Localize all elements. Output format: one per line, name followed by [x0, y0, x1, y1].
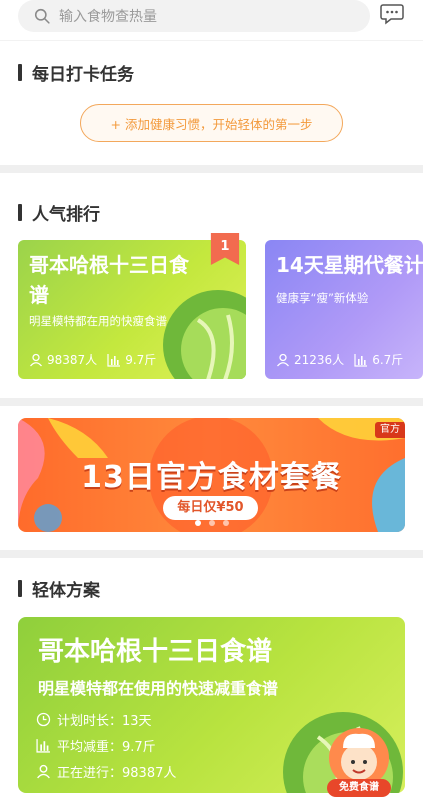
pagination-dot[interactable]: [208, 520, 215, 526]
ranking-card[interactable]: 14天星期代餐计 健康享“瘦”新体验 21236人 6.7斤: [265, 240, 423, 379]
section-divider: [0, 398, 423, 406]
plan-ongoing: 正在进行：98387人: [57, 766, 177, 781]
banner-pagination: [0, 520, 423, 526]
plan-card-title: 哥本哈根十三日食谱: [38, 637, 273, 667]
pagination-dot[interactable]: [194, 520, 201, 526]
person-icon: [277, 353, 289, 366]
banner-tag: 官方: [375, 422, 405, 438]
card-stats: 98387人 9.7斤: [29, 351, 156, 368]
plan-loss-row: 平均减重：9.7斤: [36, 736, 156, 755]
section-daily: 每日打卡任务: [18, 60, 134, 85]
card-weight-loss: 6.7斤: [372, 353, 404, 367]
pagination-dot[interactable]: [222, 520, 229, 526]
plan-duration: 计划时长：13天: [57, 714, 152, 729]
card-title: 14天星期代餐计: [276, 253, 423, 277]
card-subtitle: 明星模特都在用的快瘦食谱: [29, 314, 167, 328]
rank-badge: 1: [210, 233, 240, 265]
banner-price: 每日仅¥50: [163, 496, 258, 520]
section-bar: [18, 580, 22, 597]
section-plan: 轻体方案: [18, 576, 100, 601]
top-bar: 输入食物查热量: [0, 0, 423, 40]
plan-card-subtitle: 明星模特都在使用的快速减重食谱: [38, 679, 279, 698]
section-bar: [18, 204, 22, 221]
promo-banner[interactable]: 13日官方食材套餐 每日仅¥50 官方: [18, 418, 405, 532]
rank-number: 1: [220, 239, 229, 254]
banner-title: 13日官方食材套餐: [81, 460, 342, 495]
free-recipe-tag[interactable]: 免费食谱: [327, 779, 391, 797]
section-divider: [0, 165, 423, 173]
section-ranking: 人气排行: [18, 200, 100, 225]
divider: [0, 40, 423, 41]
search-input[interactable]: 输入食物查热量: [18, 0, 370, 32]
card-title: 哥本哈根十三日食谱: [29, 253, 189, 307]
plan-avg-loss: 平均减重：9.7斤: [57, 740, 156, 755]
card-stats: 21236人 6.7斤: [276, 351, 403, 368]
card-participants: 21236人: [294, 353, 345, 367]
clock-icon: [36, 712, 51, 727]
bar-chart-icon: [354, 353, 368, 367]
person-icon: [37, 764, 50, 779]
section-divider: [0, 550, 423, 558]
search-placeholder: 输入食物查热量: [59, 9, 157, 25]
add-habit-button[interactable]: + 添加健康习惯，开始轻体的第一步: [80, 104, 343, 142]
section-ranking-title: 人气排行: [32, 205, 100, 225]
section-daily-title: 每日打卡任务: [32, 65, 134, 85]
plan-duration-row: 计划时长：13天: [36, 710, 152, 729]
plan-ongoing-row: 正在进行：98387人: [36, 762, 176, 781]
search-icon: [34, 8, 50, 24]
card-subtitle: 健康享“瘦”新体验: [276, 291, 369, 305]
section-bar: [18, 64, 22, 81]
bar-chart-icon: [107, 353, 121, 367]
section-plan-title: 轻体方案: [32, 581, 100, 601]
card-participants: 98387人: [47, 353, 98, 367]
bar-chart-icon: [36, 739, 50, 753]
message-icon[interactable]: [380, 3, 404, 25]
card-weight-loss: 9.7斤: [125, 353, 157, 367]
person-icon: [30, 353, 42, 366]
